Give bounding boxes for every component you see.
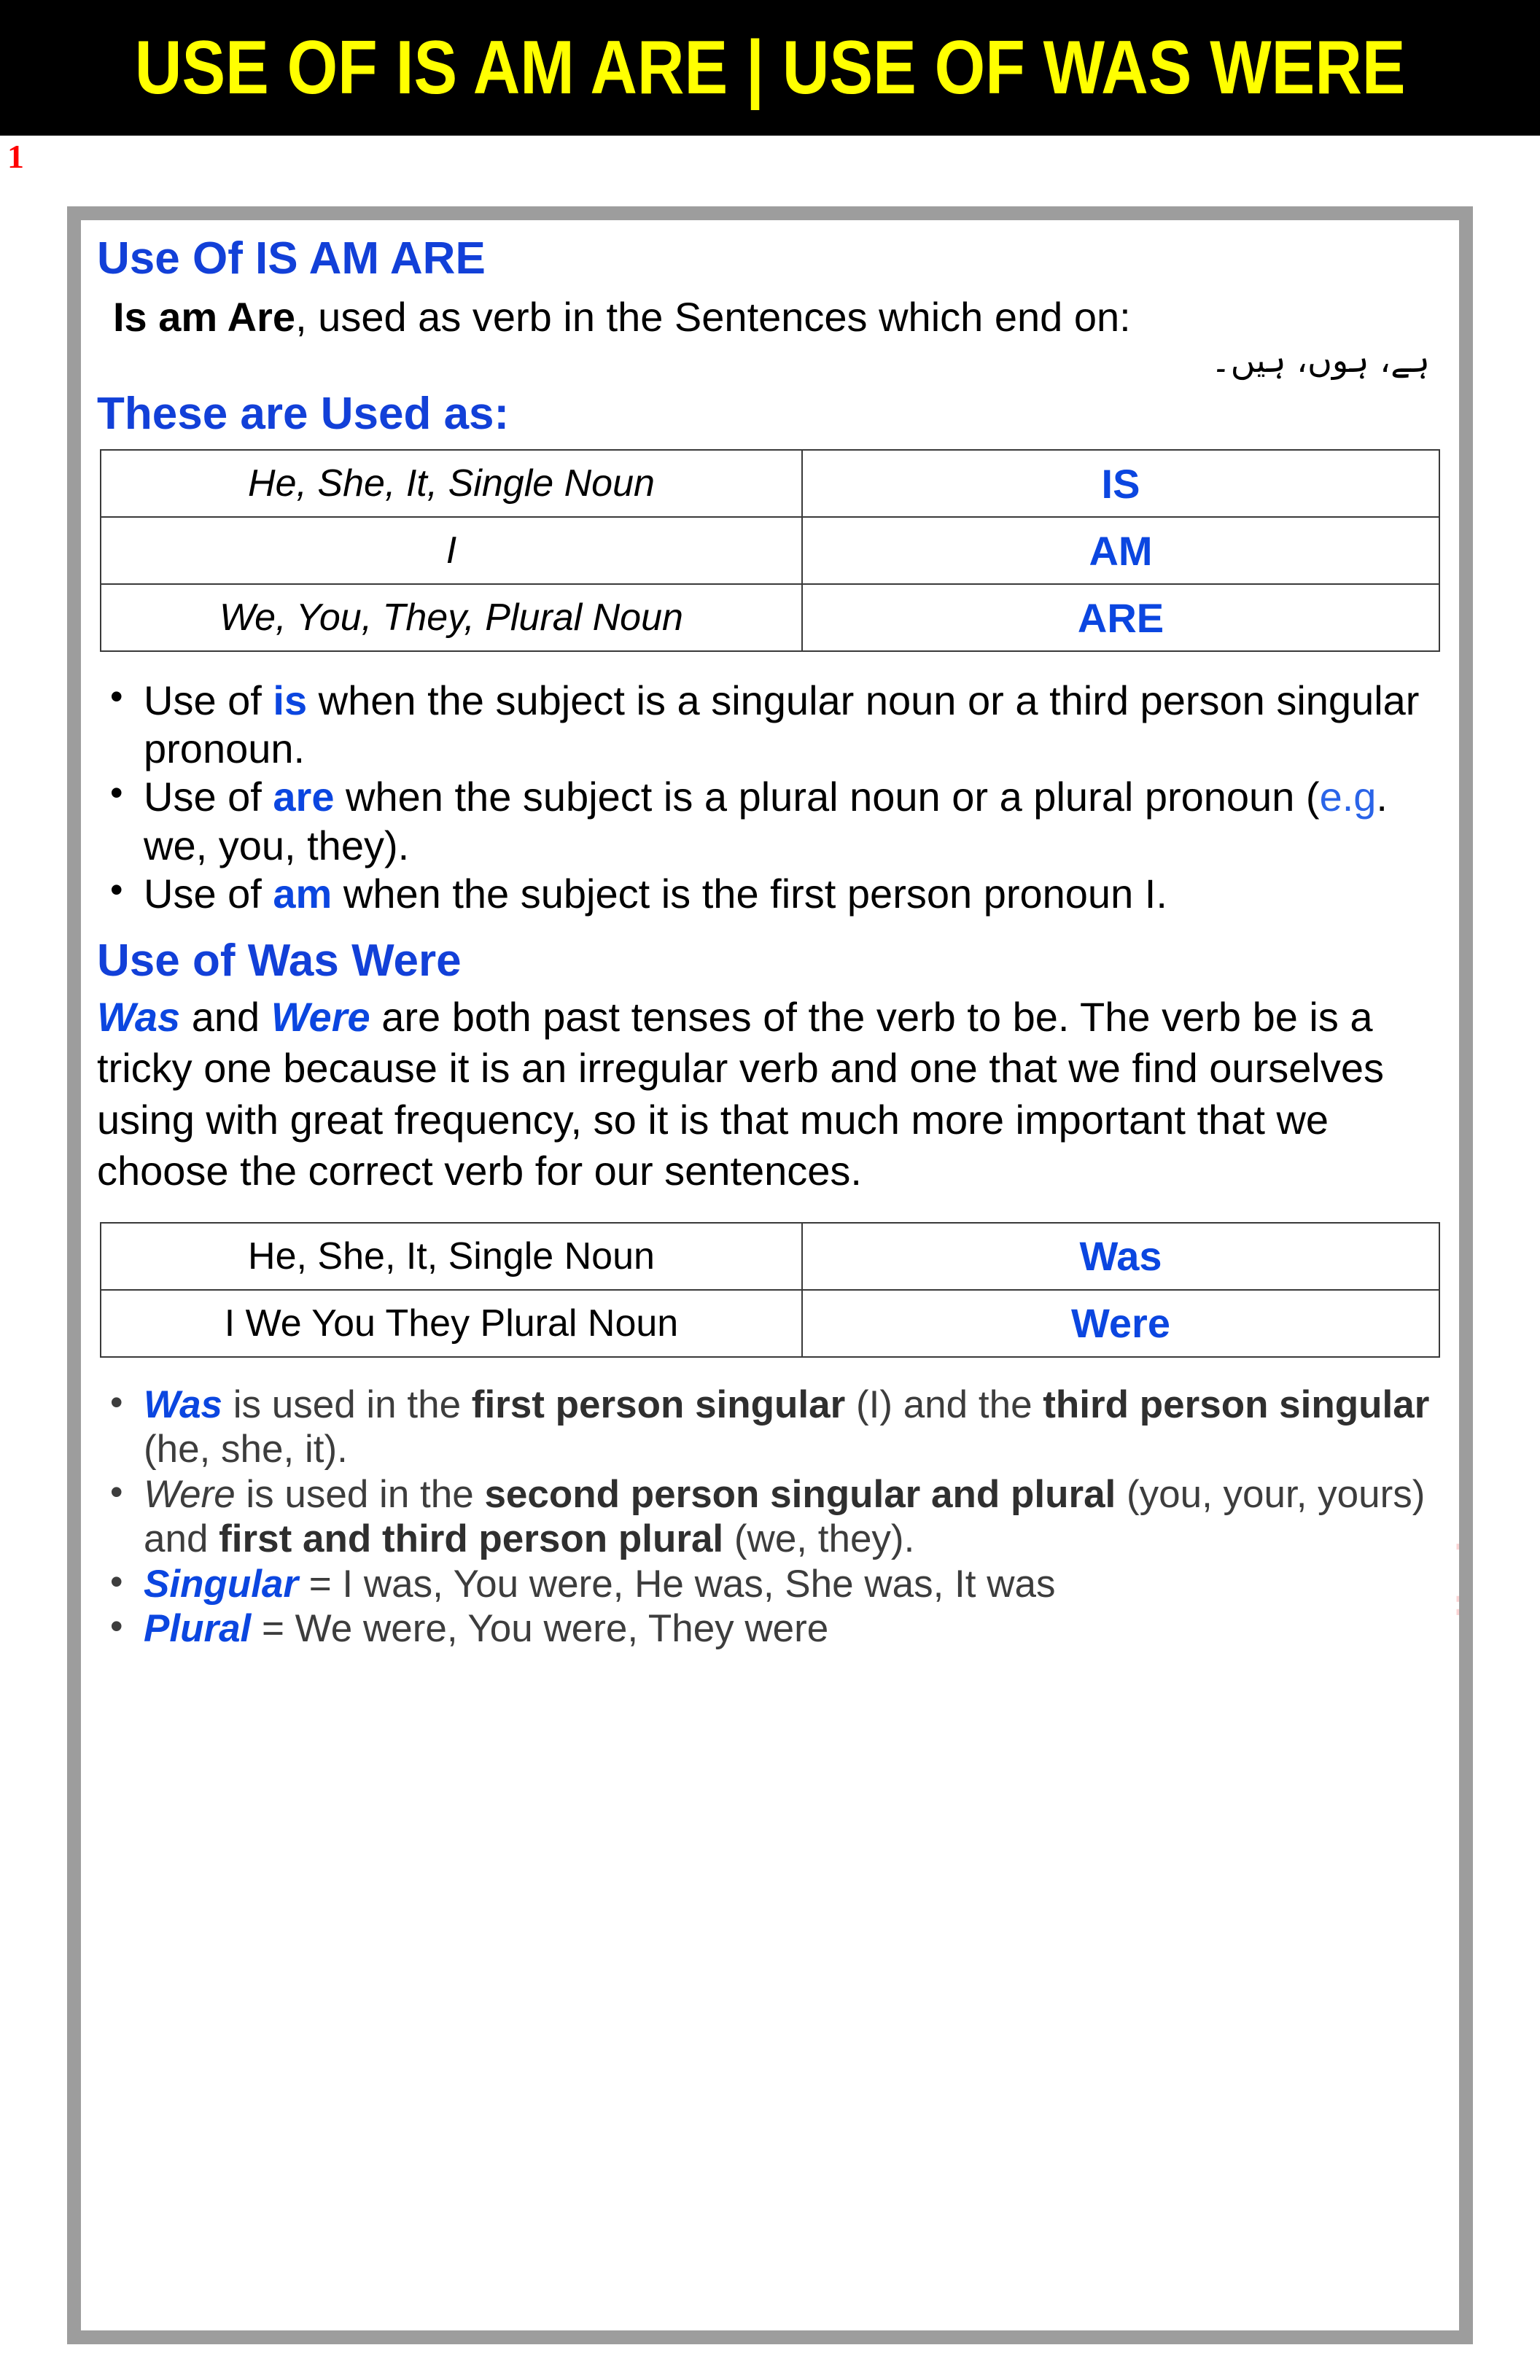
bullet-keyword: am (273, 870, 332, 917)
list-item: Plural = We were, You were, They were (97, 1605, 1443, 1651)
table-row: I We You They Plural Noun Were (100, 1288, 1440, 1358)
list-item: Singular = I was, You were, He was, She … (97, 1560, 1443, 1606)
table-row: We, You, They, Plural Noun ARE (100, 583, 1440, 653)
bullet-b1: second person singular and plural (484, 1472, 1116, 1516)
bullet-italic-were: Were (144, 1472, 236, 1516)
list-item: Use of is when the subject is a singular… (97, 675, 1443, 773)
slide-page: USE OF IS AM ARE | USE OF WAS WERE 1 www… (0, 0, 1540, 2380)
bullet-eg: e.g (1319, 774, 1377, 820)
para-keyword-was: Was (97, 993, 181, 1040)
bullet-b1: first person singular (471, 1382, 846, 1426)
subject-cell: We, You, They, Plural Noun (100, 583, 803, 653)
bullet-p1: = We were, You were, They were (251, 1607, 829, 1651)
bullet-keyword-was: Was (144, 1382, 223, 1426)
bullet-pre: Use of (144, 870, 273, 917)
table-row: He, She, It, Single Noun IS (100, 449, 1440, 518)
list-item: Use of are when the subject is a plural … (97, 771, 1443, 869)
bullet-p3: (we, they). (723, 1517, 915, 1561)
bullet-pre: Use of (144, 677, 273, 724)
lead-rest: , used as verb in the Sentences which en… (295, 293, 1131, 340)
subject-cell: He, She, It, Single Noun (100, 1221, 803, 1291)
subject-cell: He, She, It, Single Noun (100, 449, 803, 518)
bullet-p1: = I was, You were, He was, She was, It w… (298, 1562, 1056, 1606)
page-title: USE OF IS AM ARE | USE OF WAS WERE (134, 26, 1406, 110)
is-am-are-bullet-list: Use of is when the subject is a singular… (97, 675, 1443, 918)
subject-cell: I (100, 516, 803, 586)
bullet-pre: Use of (144, 774, 273, 820)
subject-cell: I We You They Plural Noun (100, 1288, 803, 1358)
bullet-keyword-plural: Plural (144, 1607, 252, 1651)
verb-cell: ARE (801, 583, 1440, 653)
bullet-p1: is used in the (235, 1472, 485, 1516)
verb-cell: Were (801, 1288, 1440, 1358)
verb-cell: AM (801, 516, 1440, 586)
heading-use-of-is-am-are: Use Of IS AM ARE (97, 233, 486, 284)
bullet-keyword-singular: Singular (144, 1562, 299, 1606)
bullet-post: when the subject is a singular noun or a… (144, 677, 1420, 772)
heading-these-are-used-as: These are Used as: (97, 389, 510, 440)
para-mid: and (180, 993, 271, 1040)
slide-number: 1 (7, 138, 24, 175)
bullet-p2: (I) and the (845, 1382, 1043, 1426)
bullet-keyword: is (273, 677, 308, 724)
table-row: He, She, It, Single Noun Was (100, 1221, 1440, 1291)
verb-cell: Was (801, 1221, 1440, 1291)
bullet-b2: third person singular (1043, 1382, 1430, 1426)
was-were-paragraph: Was and Were are both past tenses of the… (97, 992, 1443, 1197)
content-body: Use Of IS AM ARE Is am Are, used as verb… (81, 220, 1459, 1652)
list-item: Were is used in the second person singul… (97, 1471, 1443, 1562)
content-card: www.ilmist.com Use Of IS AM ARE Is am Ar… (81, 220, 1459, 2330)
is-am-are-table: He, She, It, Single Noun IS I AM We, You… (100, 449, 1440, 653)
bullet-keyword: are (273, 774, 335, 820)
bullet-post-a: when the subject is a plural noun or a p… (334, 774, 1320, 820)
was-were-bullet-list: Was is used in the first person singular… (97, 1381, 1443, 1652)
heading-use-of-was-were: Use of Was Were (97, 935, 462, 986)
was-were-table: He, She, It, Single Noun Was I We You Th… (100, 1221, 1440, 1358)
content-frame: www.ilmist.com Use Of IS AM ARE Is am Ar… (67, 206, 1473, 2344)
list-item: Use of am when the subject is the first … (97, 868, 1443, 918)
bullet-b2: first and third person plural (219, 1517, 724, 1561)
bullet-p3: (he, she, it). (144, 1428, 348, 1471)
bullet-p1: is used in the (222, 1382, 472, 1426)
verb-cell: IS (801, 449, 1440, 518)
lead-sentence: Is am Are, used as verb in the Sentences… (97, 294, 1443, 341)
table-row: I AM (100, 516, 1440, 586)
bullet-post: when the subject is the first person pro… (332, 870, 1167, 917)
urdu-note: ہے، ہوں، ہیں۔ (1210, 341, 1430, 381)
list-item: Was is used in the first person singular… (97, 1381, 1443, 1472)
title-banner: USE OF IS AM ARE | USE OF WAS WERE (0, 0, 1540, 136)
lead-bold: Is am Are (113, 293, 296, 340)
para-keyword-were: Were (271, 993, 370, 1040)
